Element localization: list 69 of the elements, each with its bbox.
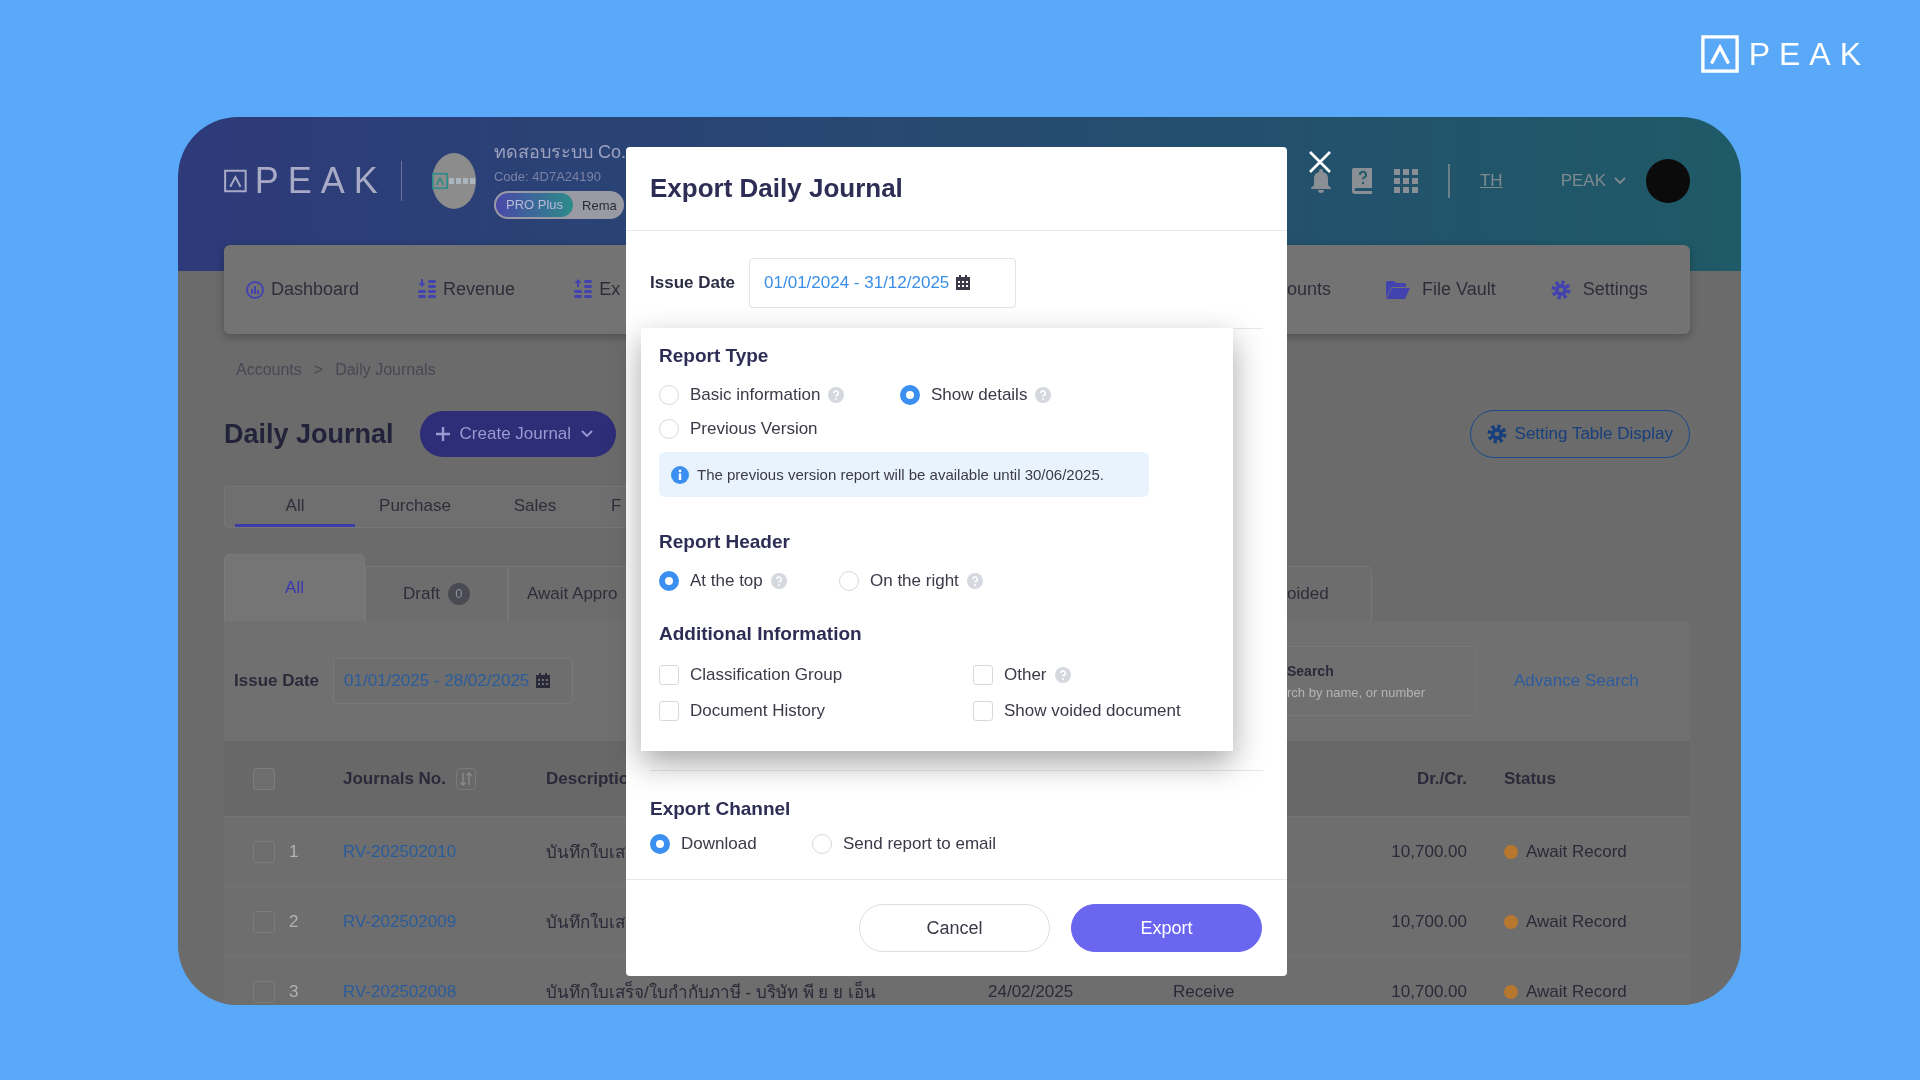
tab[interactable]: F bbox=[595, 487, 622, 527]
status-text: Await Record bbox=[1526, 841, 1627, 862]
option-label: Document History bbox=[690, 701, 826, 721]
row-number: 2 bbox=[289, 911, 299, 932]
cancel-button[interactable]: Cancel bbox=[859, 904, 1050, 952]
company-name: ทดสอบระบบ Co. bbox=[494, 141, 626, 164]
option-label: Show details bbox=[931, 385, 1028, 405]
column-header: Status bbox=[1504, 768, 1556, 789]
option-label: At the top bbox=[690, 571, 763, 591]
table-cell: Receive bbox=[1173, 981, 1235, 1002]
status-tab[interactable]: Await Appro bbox=[508, 566, 626, 621]
plan-note: Rema bbox=[582, 197, 617, 213]
option-label: Previous Version bbox=[690, 419, 818, 439]
language-link[interactable]: TH bbox=[1479, 171, 1503, 191]
notice-text: The previous version report will be available until 30/06/2025. bbox=[697, 466, 1104, 483]
status-tab[interactable]: Draft 0 bbox=[365, 566, 508, 621]
nav-item[interactable]: ounts bbox=[1287, 279, 1332, 300]
tab[interactable]: Purchase bbox=[355, 487, 475, 527]
table-cell-text: บันทึกใบเส bbox=[546, 841, 625, 864]
tab[interactable]: All bbox=[235, 487, 355, 527]
table-cell: 24/02/2025 bbox=[988, 981, 1074, 1002]
plan-badge: PRO Plus bbox=[496, 193, 574, 217]
table-cell-text: บันทึกใบเสร็จ/ใบกำกับภาษี - บริษัท พี ย ย เอ็น bbox=[546, 980, 876, 1004]
status-text: Await Record bbox=[1526, 911, 1627, 932]
nav-item[interactable]: Dashboard bbox=[245, 279, 360, 300]
nav-item[interactable]: File Vault bbox=[1386, 279, 1496, 300]
option-label: Download bbox=[681, 834, 757, 854]
export-button[interactable]: Export bbox=[1071, 904, 1262, 952]
table-cell-text: บันทึกใบเส bbox=[546, 911, 625, 934]
option-label: On the right bbox=[870, 571, 959, 591]
field-label: Issue Date bbox=[650, 273, 736, 293]
company-code: Code: 4D7A24190 bbox=[494, 169, 602, 184]
nav-item[interactable]: Ex bbox=[573, 278, 621, 301]
breadcrumb-separator: > bbox=[313, 361, 324, 379]
table-cell: 10,700.00 bbox=[1391, 841, 1467, 862]
column-header: Descriptio bbox=[546, 768, 630, 789]
option-label: Send report to email bbox=[843, 834, 997, 854]
user-menu[interactable]: PEAK bbox=[1560, 171, 1626, 191]
row-number: 1 bbox=[289, 841, 299, 862]
nav-item[interactable]: Settings bbox=[1550, 279, 1648, 300]
section-heading: Report Type bbox=[659, 344, 770, 368]
column-header: Journals No. bbox=[343, 768, 446, 789]
status-text: Await Record bbox=[1526, 981, 1627, 1002]
option-label: Classification Group bbox=[690, 665, 843, 685]
nav-item[interactable]: Revenue bbox=[417, 278, 516, 301]
column-header: Dr./Cr. bbox=[1416, 768, 1467, 789]
page-title: Daily Journal bbox=[224, 418, 394, 450]
option-label: Other bbox=[1004, 665, 1047, 685]
status-tab[interactable]: oided bbox=[1287, 566, 1372, 621]
table-cell: 10,700.00 bbox=[1391, 981, 1467, 1002]
tab[interactable]: Sales bbox=[475, 487, 595, 527]
section-heading: Report Header bbox=[659, 530, 791, 554]
field-label: Search bbox=[1287, 662, 1335, 679]
brand-logo-text: PEAK bbox=[1748, 35, 1870, 73]
dialog-title: Export Daily Journal bbox=[650, 173, 903, 204]
section-heading: Export Channel bbox=[650, 797, 792, 821]
search-input[interactable]: rch by name, or number bbox=[1287, 684, 1467, 700]
app-logo-text: PEAK bbox=[254, 161, 387, 201]
search-field[interactable]: Search rch by name, or number bbox=[1287, 646, 1476, 716]
option-label: Show voided document bbox=[1004, 701, 1181, 721]
section-heading: Additional Information bbox=[659, 622, 863, 646]
date-range-field[interactable]: 01/01/2024 - 31/12/2025 bbox=[749, 258, 1017, 308]
row-number: 3 bbox=[289, 981, 299, 1002]
status-tab[interactable]: All bbox=[224, 554, 365, 621]
table-cell: 10,700.00 bbox=[1391, 911, 1467, 932]
create-journal-button[interactable]: Create Journal bbox=[419, 411, 616, 457]
option-label: Basic information bbox=[690, 385, 821, 405]
advance-search-link[interactable]: Advance Search bbox=[1514, 671, 1639, 691]
field-label: Issue Date bbox=[234, 671, 320, 691]
